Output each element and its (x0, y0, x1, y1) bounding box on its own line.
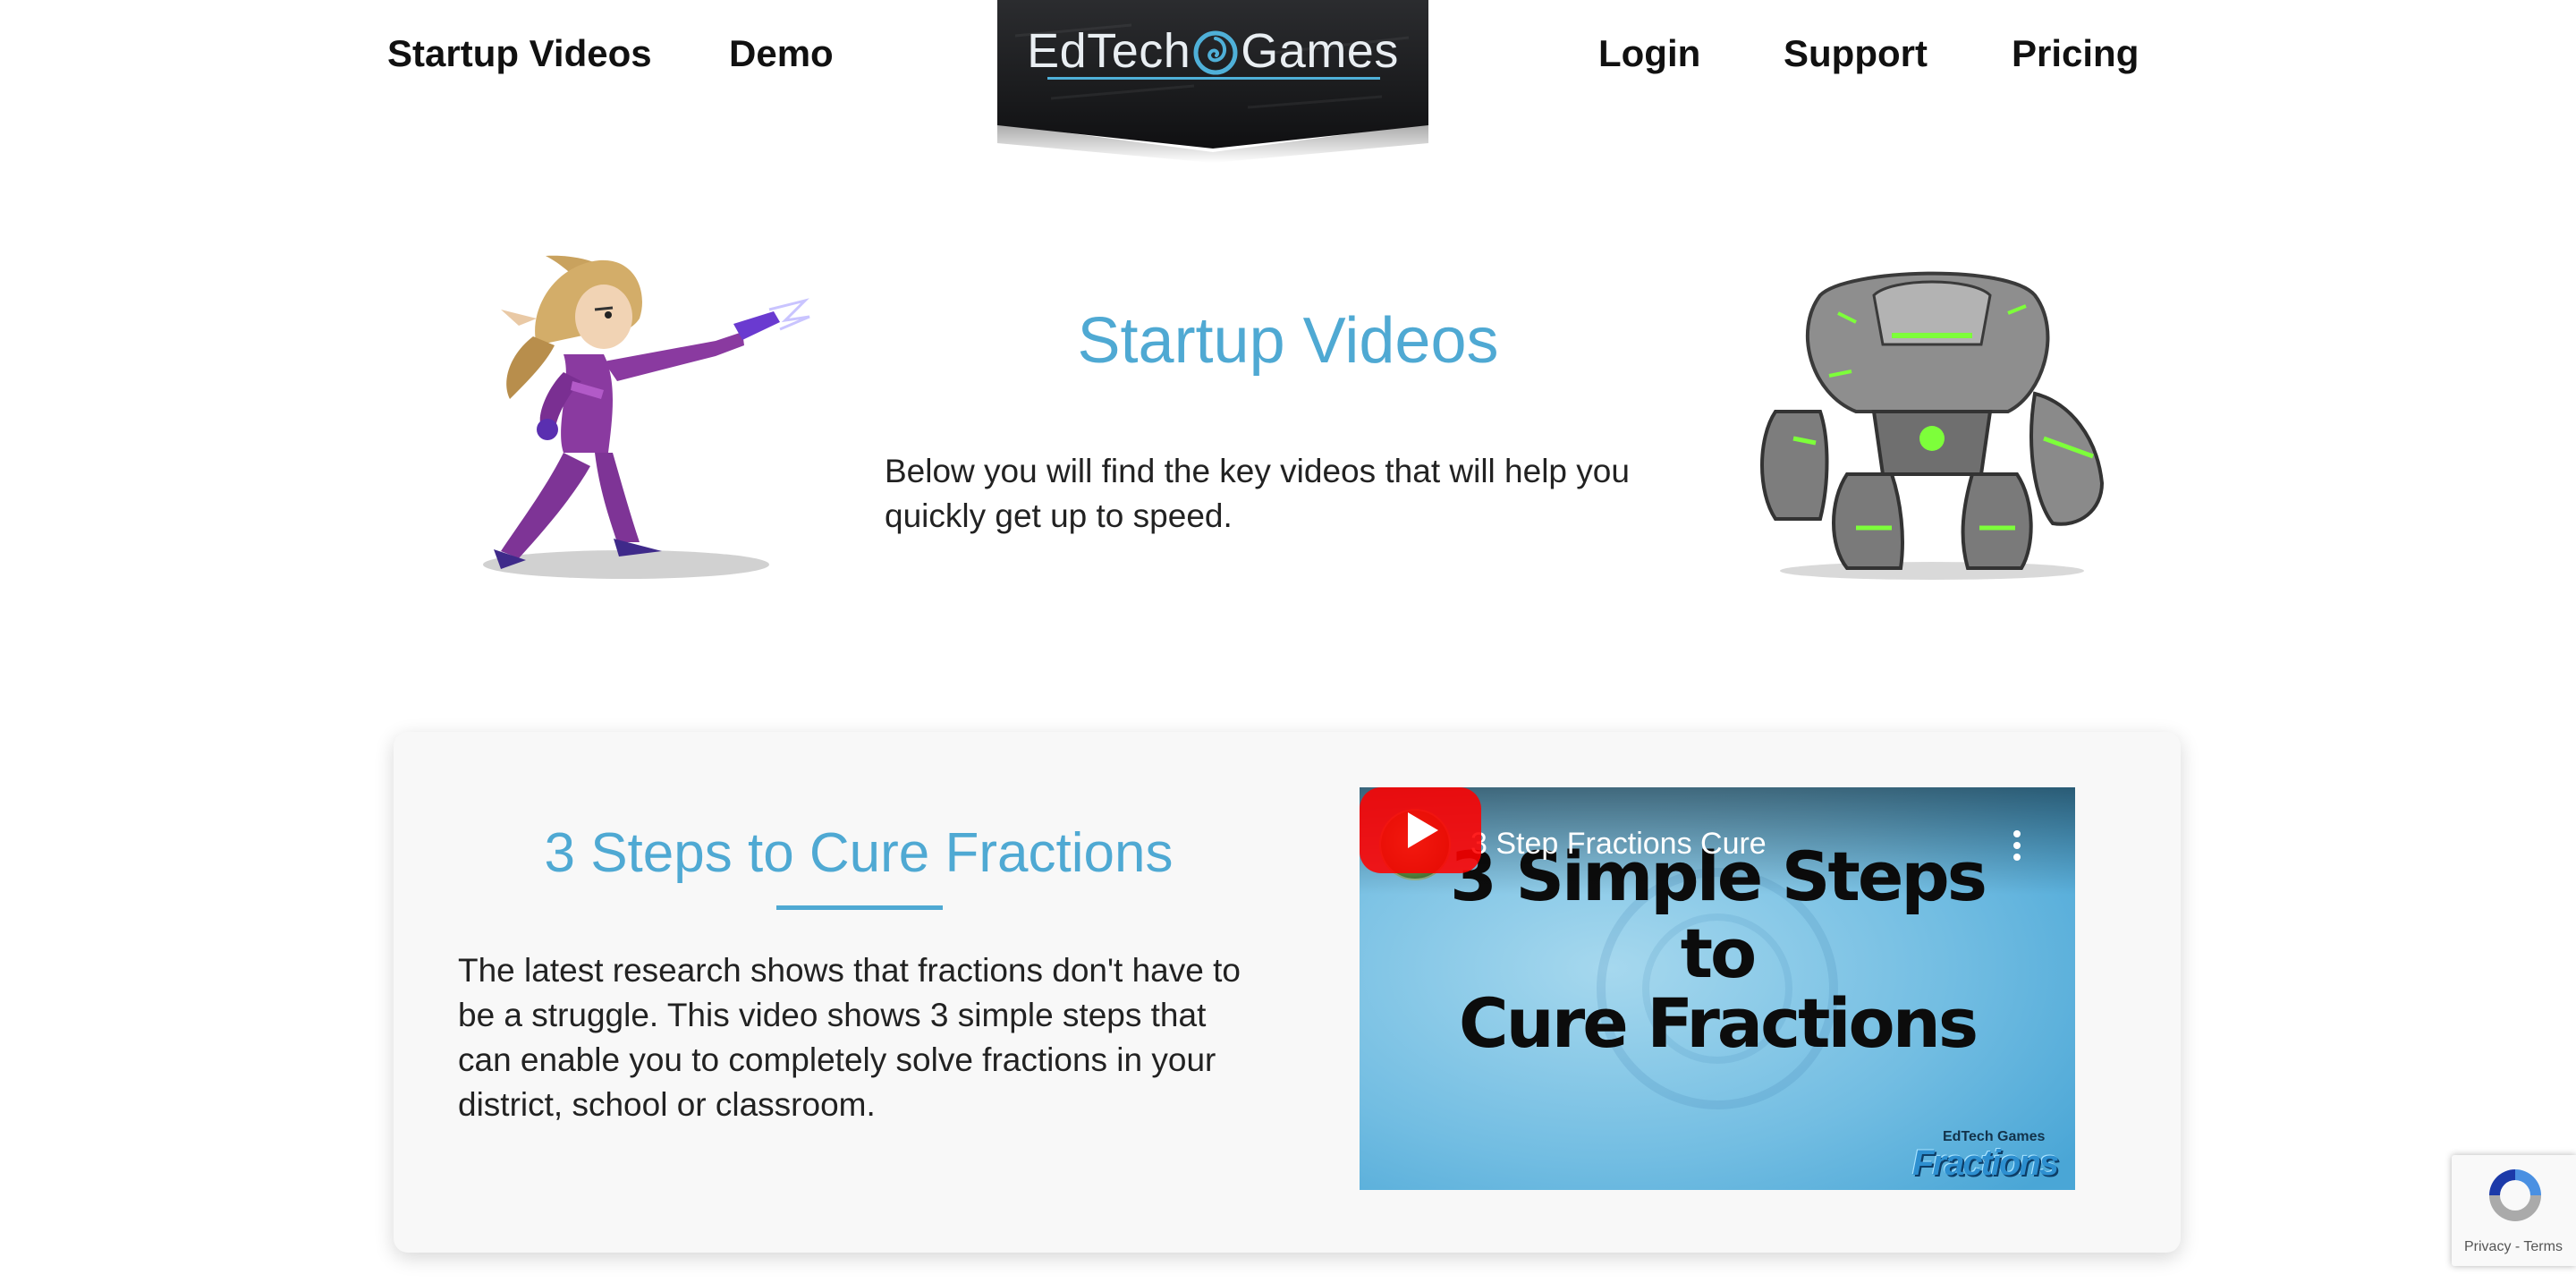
recaptcha-icon (2489, 1169, 2541, 1221)
page-intro-text: Below you will find the key videos that … (885, 453, 1630, 534)
video-card-title: 3 Steps to Cure Fractions (544, 822, 1174, 884)
more-options-icon[interactable] (2004, 830, 2030, 866)
nav-link-login[interactable]: Login (1598, 32, 1700, 75)
logo-text-edtech: EdTech (1027, 24, 1191, 78)
logo-text: EdTech Games (997, 23, 1428, 79)
recaptcha-privacy-link[interactable]: Privacy (2464, 1239, 2511, 1254)
video-headline-line3: Cure Fractions (1458, 983, 1979, 1063)
nav-link-pricing[interactable]: Pricing (2012, 32, 2139, 75)
sorceress-character-illustration (483, 255, 810, 579)
youtube-video-embed[interactable]: 3 Simple Steps to Cure Fractions 3 Step … (1360, 787, 2075, 1190)
recaptcha-separator: - (2511, 1239, 2524, 1254)
recaptcha-terms-link[interactable]: Terms (2523, 1239, 2563, 1254)
recaptcha-links: Privacy - Terms (2464, 1239, 2563, 1255)
robot-character-illustration (1760, 271, 2105, 580)
nav-link-startup-videos[interactable]: Startup Videos (387, 32, 652, 75)
nav-link-demo[interactable]: Demo (729, 32, 834, 75)
title-divider (776, 905, 943, 910)
logo-underline (1047, 77, 1380, 80)
video-title[interactable]: 3 Step Fractions Cure (1470, 827, 1767, 862)
video-card-description: The latest research shows that fractions… (458, 952, 1241, 1123)
recaptcha-badge[interactable]: Privacy - Terms (2452, 1155, 2576, 1266)
page-title: Startup Videos (1077, 305, 1499, 377)
site-logo[interactable]: EdTech Games (997, 0, 1428, 163)
video-brand-big-text: Fractions (1912, 1143, 2059, 1183)
video-headline-line2: to (1680, 913, 1758, 993)
nav-link-support[interactable]: Support (1784, 32, 1928, 75)
play-icon[interactable] (1360, 787, 1481, 873)
fractions-game-logo: EdTech Games Fractions (1909, 1126, 2070, 1185)
swirl-icon (1193, 30, 1238, 75)
logo-text-games: Games (1241, 24, 1399, 78)
